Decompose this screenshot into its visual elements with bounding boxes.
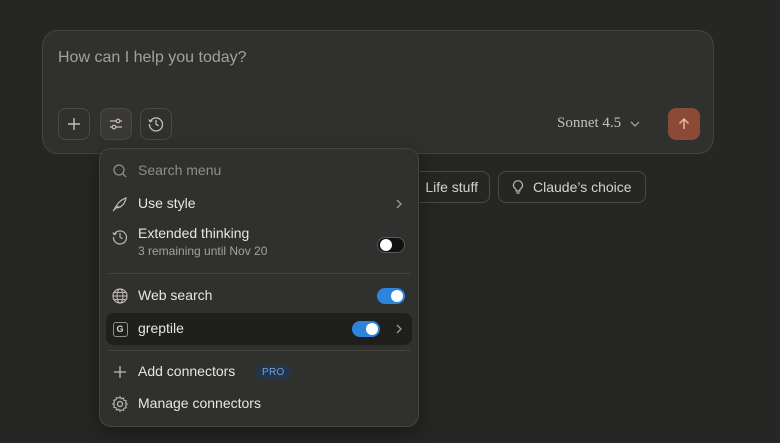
chip-label: Claude’s choice [533, 179, 632, 195]
menu-divider [108, 273, 410, 274]
menu-item-manage-connectors[interactable]: Manage connectors [106, 389, 412, 419]
lightbulb-icon [512, 180, 524, 194]
chip-label: Life stuff [425, 179, 478, 195]
feather-pen-icon [111, 195, 129, 213]
menu-item-extended-thinking[interactable]: Extended thinking 3 remaining until Nov … [106, 223, 412, 265]
menu-item-use-style[interactable]: Use style [106, 189, 412, 219]
pro-badge: PRO [256, 365, 291, 380]
prompt-input[interactable]: How can I help you today? [58, 49, 247, 67]
sliders-icon [110, 118, 122, 130]
menu-item-label: Web search [138, 287, 213, 303]
chat-composer: How can I help you today? Sonnet 4.5 [42, 30, 714, 154]
menu-item-web-search[interactable]: Web search [106, 281, 412, 311]
menu-divider [108, 350, 410, 351]
menu-item-label: Manage connectors [138, 395, 261, 411]
menu-item-add-connectors[interactable]: Add connectors PRO [106, 357, 412, 387]
plus-icon [111, 363, 129, 381]
greptile-logo-icon: G [112, 321, 128, 337]
clock-history-icon [111, 228, 129, 246]
plus-icon [68, 118, 80, 130]
greptile-toggle[interactable] [352, 321, 380, 337]
add-button[interactable] [58, 108, 90, 140]
chevron-right-icon [396, 324, 402, 334]
model-selector[interactable]: Sonnet 4.5 [557, 115, 641, 132]
menu-search[interactable]: Search menu [106, 159, 412, 183]
search-input[interactable]: Search menu [138, 162, 221, 178]
clock-history-icon [148, 117, 164, 132]
menu-item-label: Add connectors [138, 363, 236, 379]
menu-item-subtitle: 3 remaining until Nov 20 [138, 244, 268, 258]
search-icon [111, 162, 129, 180]
model-name: Sonnet 4.5 [557, 115, 622, 131]
extended-thinking-toggle[interactable] [377, 237, 405, 253]
chevron-right-icon [396, 199, 402, 209]
send-button[interactable] [668, 108, 700, 140]
chevron-down-icon [630, 121, 640, 127]
globe-icon [111, 287, 129, 305]
tools-button[interactable] [100, 108, 132, 140]
tools-menu: Search menu Use style Extended thinking … [99, 148, 419, 427]
menu-item-greptile[interactable]: G greptile [106, 313, 412, 345]
menu-item-label: Extended thinking [138, 225, 250, 241]
web-search-toggle[interactable] [377, 288, 405, 304]
chip-claudes-choice[interactable]: Claude’s choice [498, 171, 646, 203]
menu-item-label: greptile [138, 320, 184, 336]
menu-item-label: Use style [138, 195, 196, 211]
arrow-up-icon [678, 117, 690, 129]
gear-icon [111, 395, 129, 413]
history-button[interactable] [140, 108, 172, 140]
